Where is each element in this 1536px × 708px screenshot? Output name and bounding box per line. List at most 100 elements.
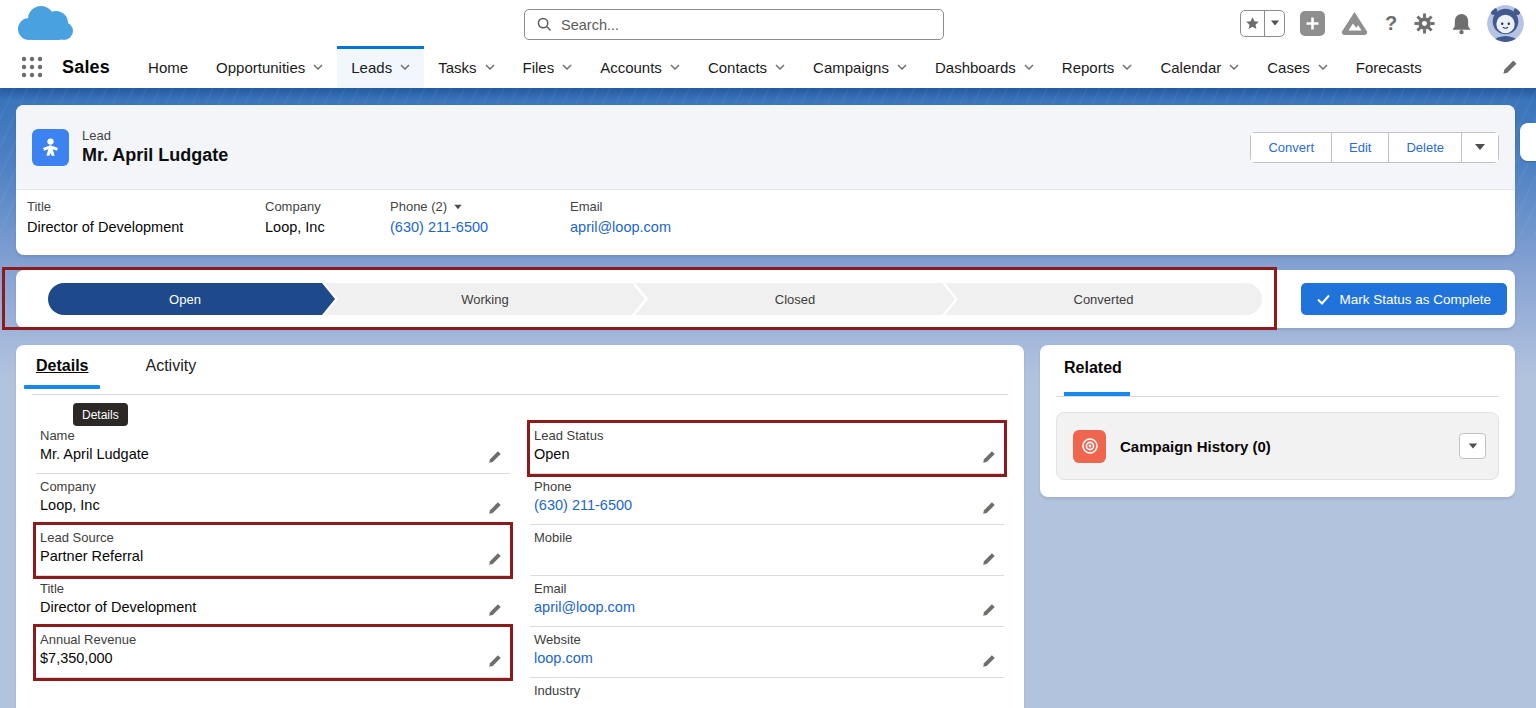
- summary-field-company: Company Loop, Inc: [265, 199, 325, 235]
- quick-add-icon[interactable]: [1300, 11, 1325, 36]
- trailhead-icon[interactable]: [1340, 10, 1369, 36]
- summary-field-phone: Phone (2) (630) 211-6500: [390, 199, 488, 235]
- salesforce-logo: [14, 3, 76, 49]
- tab-forecasts[interactable]: Forecasts: [1342, 46, 1436, 88]
- record-title: Mr. April Ludgate: [82, 145, 228, 166]
- details-panel: Details Activity Details NameMr. April L…: [16, 345, 1024, 708]
- edit-pencil-icon[interactable]: [982, 501, 996, 515]
- search-input[interactable]: [561, 17, 891, 33]
- details-tooltip: Details: [73, 403, 128, 426]
- edit-pencil-icon[interactable]: [982, 603, 996, 617]
- tab-cases[interactable]: Cases: [1253, 46, 1342, 88]
- app-name: Sales: [62, 57, 110, 78]
- field-annual-revenue: Annual Revenue$7,350,000: [36, 627, 510, 678]
- app-launcher-icon[interactable]: [21, 56, 43, 78]
- chevron-down-icon: [400, 64, 410, 70]
- global-search[interactable]: [524, 9, 944, 40]
- tab-dashboards[interactable]: Dashboards: [921, 46, 1048, 88]
- edit-pencil-icon[interactable]: [488, 603, 502, 617]
- nav-tabs: Home Opportunities Leads Tasks Files Acc…: [134, 46, 1436, 88]
- chevron-down-icon: [670, 64, 680, 70]
- app-nav-bar: Sales Home Opportunities Leads Tasks Fil…: [0, 46, 1536, 88]
- favorites-star-icon[interactable]: [1241, 11, 1264, 36]
- edit-pencil-icon[interactable]: [488, 552, 502, 566]
- tab-leads[interactable]: Leads: [337, 46, 424, 88]
- chevron-down-icon: [1122, 64, 1132, 70]
- search-icon: [537, 17, 552, 32]
- edit-pencil-icon[interactable]: [488, 654, 502, 668]
- campaign-history-title: Campaign History (0): [1120, 438, 1271, 455]
- tab-related[interactable]: Related: [1064, 359, 1122, 377]
- favorites-button[interactable]: [1240, 10, 1285, 37]
- setup-gear-icon[interactable]: [1413, 12, 1436, 35]
- more-actions-button[interactable]: [1462, 133, 1498, 162]
- chevron-down-icon: [485, 64, 495, 70]
- path-stage-closed[interactable]: Closed: [635, 283, 955, 315]
- related-panel: Related Campaign History (0): [1040, 345, 1515, 497]
- notifications-bell-icon[interactable]: [1451, 12, 1472, 35]
- path-stage-converted[interactable]: Converted: [945, 283, 1262, 315]
- tab-tasks[interactable]: Tasks: [424, 46, 508, 88]
- lead-highlights-panel: Lead Mr. April Ludgate Convert Edit Dele…: [16, 105, 1515, 255]
- summary-field-title: Title Director of Development: [27, 199, 183, 235]
- tab-campaigns[interactable]: Campaigns: [799, 46, 921, 88]
- field-lead-status: Lead StatusOpen: [530, 423, 1004, 474]
- lead-path-panel: Open Working Closed Converted Mark Statu…: [16, 270, 1515, 328]
- edit-button[interactable]: Edit: [1332, 133, 1389, 162]
- path-stage-working[interactable]: Working: [325, 283, 645, 315]
- tab-activity[interactable]: Activity: [133, 357, 208, 389]
- page-background: Lead Mr. April Ludgate Convert Edit Dele…: [0, 88, 1536, 708]
- chevron-down-icon: [562, 64, 572, 70]
- path-stage-open[interactable]: Open: [48, 283, 322, 315]
- dropdown-icon: [1475, 144, 1485, 150]
- details-left-column: NameMr. April Ludgate CompanyLoop, Inc L…: [36, 423, 510, 708]
- field-industry: Industry: [530, 678, 1004, 708]
- tab-details[interactable]: Details: [24, 357, 100, 389]
- lead-object-icon: [32, 129, 69, 166]
- tab-home[interactable]: Home: [134, 46, 202, 88]
- field-email: Emailapril@loop.com: [530, 576, 1004, 627]
- email-link[interactable]: april@loop.com: [570, 219, 671, 235]
- edit-pencil-icon[interactable]: [488, 450, 502, 464]
- tab-opportunities[interactable]: Opportunities: [202, 46, 337, 88]
- chevron-down-icon: [775, 64, 785, 70]
- edit-nav-pencil-icon[interactable]: [1502, 59, 1518, 75]
- edit-pencil-icon[interactable]: [982, 552, 996, 566]
- tab-files[interactable]: Files: [509, 46, 587, 88]
- details-right-column: Lead StatusOpen Phone(630) 211-6500 Mobi…: [530, 423, 1004, 708]
- user-avatar[interactable]: [1487, 5, 1524, 42]
- edit-pencil-icon[interactable]: [982, 450, 996, 464]
- svg-text:?: ?: [1385, 12, 1397, 34]
- entity-label: Lead: [82, 128, 228, 143]
- path-stages: Open Working Closed Converted: [48, 283, 1262, 315]
- tab-contacts[interactable]: Contacts: [694, 46, 799, 88]
- campaign-history-card[interactable]: Campaign History (0): [1056, 412, 1499, 480]
- field-phone: Phone(630) 211-6500: [530, 474, 1004, 525]
- field-company: CompanyLoop, Inc: [36, 474, 510, 525]
- summary-field-email: Email april@loop.com: [570, 199, 671, 235]
- tab-accounts[interactable]: Accounts: [586, 46, 694, 88]
- tab-reports[interactable]: Reports: [1048, 46, 1147, 88]
- tab-calendar[interactable]: Calendar: [1146, 46, 1253, 88]
- collapsed-side-panel-button[interactable]: [1520, 123, 1536, 161]
- help-icon[interactable]: ?: [1384, 11, 1398, 35]
- phone-dropdown-icon[interactable]: [454, 204, 462, 209]
- field-name: NameMr. April Ludgate: [36, 423, 510, 474]
- chevron-down-icon: [1229, 64, 1239, 70]
- field-website: Websiteloop.com: [530, 627, 1004, 678]
- campaign-history-menu-button[interactable]: [1459, 433, 1486, 459]
- chevron-down-icon: [1318, 64, 1328, 70]
- delete-button[interactable]: Delete: [1389, 133, 1462, 162]
- field-title: TitleDirector of Development: [36, 576, 510, 627]
- mark-status-complete-button[interactable]: Mark Status as Complete: [1301, 283, 1507, 315]
- edit-pencil-icon[interactable]: [982, 654, 996, 668]
- phone-link[interactable]: (630) 211-6500: [390, 219, 488, 235]
- convert-button[interactable]: Convert: [1251, 133, 1332, 162]
- check-icon: [1317, 294, 1330, 305]
- record-actions: Convert Edit Delete: [1250, 132, 1499, 163]
- chevron-down-icon: [313, 64, 323, 70]
- field-mobile: Mobile: [530, 525, 1004, 576]
- favorites-dropdown-icon[interactable]: [1264, 11, 1284, 36]
- edit-pencil-icon[interactable]: [488, 501, 502, 515]
- chevron-down-icon: [1024, 64, 1034, 70]
